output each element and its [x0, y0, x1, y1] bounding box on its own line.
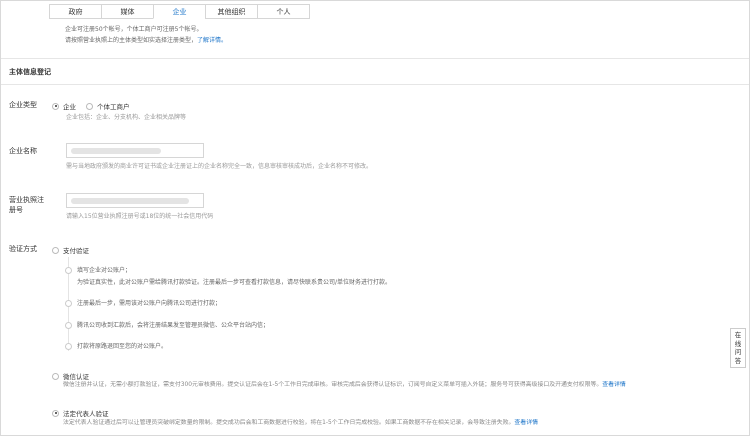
redacted-value	[71, 148, 161, 154]
legal-verify-desc-text: 法定代表人验证通过后可以让管理员突破绑定数量的限制。提交成功后会和工商数据进行校…	[63, 420, 515, 426]
license-number-label: 营业执照注 册号	[9, 195, 44, 215]
account-type-tabs: 政府 媒体 企业 其他组织 个人	[49, 4, 310, 19]
payment-step-1-detail: 为验证真实性，此对公账户需给腾讯打款验证。注册最后一步可查看打款信息，请尽快联系…	[77, 279, 392, 286]
divider	[1, 58, 749, 59]
tab-individual[interactable]: 个人	[257, 4, 310, 19]
tab-government[interactable]: 政府	[49, 4, 102, 19]
wechat-verify-option[interactable]: 微信认证	[52, 371, 89, 381]
legal-details-link[interactable]: 查看详情	[514, 420, 538, 426]
payment-step-4: 打款将原路退回至您的对公账户。	[77, 343, 168, 350]
timeline-dot	[65, 267, 72, 274]
company-type-hint: 企业包括：企业、分支机构、企业相关品牌等	[66, 114, 187, 121]
radio-payment-verify[interactable]	[52, 246, 59, 254]
radio-individual-business[interactable]	[86, 102, 93, 110]
online-qa-widget[interactable]: 在 线 问 答	[730, 328, 746, 368]
company-type-label: 企业类型	[9, 101, 37, 109]
license-number-input[interactable]	[66, 193, 204, 208]
radio-legal-verify[interactable]	[52, 409, 59, 417]
license-label-line-2: 册号	[9, 206, 23, 214]
company-name-hint: 需与当地政府颁发的商业许可证书或企业注册证上的企业名称完全一致，信息审核审核成功…	[66, 163, 373, 170]
payment-verify-option[interactable]: 支付验证	[52, 245, 89, 255]
qa-char: 在	[734, 331, 742, 339]
tab-enterprise[interactable]: 企业	[153, 4, 206, 19]
legal-verify-label[interactable]: 法定代表人验证	[63, 408, 109, 418]
wechat-details-link[interactable]: 查看详情	[602, 382, 626, 388]
company-name-label: 企业名称	[9, 147, 37, 155]
registration-form: 政府 媒体 企业 其他组织 个人 企业可注册50个帐号，个体工商户可注册5个帐号…	[0, 0, 750, 436]
intro-line-2: 请按照营业执照上的主体类型如实选择注册类型，了解详情。	[65, 36, 227, 45]
radio-enterprise-label[interactable]: 企业	[63, 101, 76, 111]
tab-other-organization[interactable]: 其他组织	[205, 4, 258, 19]
wechat-verify-desc-text: 微信注册并认证，无需小额打款验证，需支付300元审核费用。提交认证后会在1-5个…	[63, 382, 603, 388]
radio-enterprise[interactable]	[52, 102, 59, 110]
payment-verify-label[interactable]: 支付验证	[63, 245, 89, 255]
legal-verify-desc: 法定代表人验证通过后可以让管理员突破绑定数量的限制。提交成功后会和工商数据进行校…	[63, 419, 538, 428]
verify-method-label: 验证方式	[9, 245, 37, 253]
license-number-hint: 请输入15位营业执照注册号或18位的统一社会信用代码	[66, 213, 214, 220]
payment-step-1: 填写企业对公账户；	[77, 267, 132, 274]
divider	[1, 84, 749, 85]
company-name-input[interactable]	[66, 143, 204, 158]
section-title: 主体信息登记	[9, 68, 51, 76]
license-label-line-1: 营业执照注	[9, 196, 44, 204]
timeline-dot	[65, 322, 72, 329]
intro-line-1: 企业可注册50个帐号，个体工商户可注册5个帐号。	[65, 26, 203, 33]
payment-step-3: 腾讯公司收到汇款后，会将注册结果发至管理员微信、公众平台站内信；	[77, 322, 270, 329]
radio-wechat-verify[interactable]	[52, 372, 59, 380]
wechat-verify-label[interactable]: 微信认证	[63, 371, 89, 381]
qa-char: 答	[734, 356, 742, 365]
learn-more-link[interactable]: 了解详情。	[197, 37, 227, 44]
wechat-verify-desc: 微信注册并认证，无需小额打款验证，需支付300元审核费用。提交认证后会在1-5个…	[63, 381, 626, 390]
radio-individual-business-label[interactable]: 个体工商户	[97, 101, 130, 111]
timeline-dot	[65, 300, 72, 307]
qa-char: 线	[734, 339, 742, 348]
tab-media[interactable]: 媒体	[101, 4, 154, 19]
redacted-value	[71, 198, 189, 204]
payment-step-2: 注册最后一步，需用该对公账户向腾讯公司进行打款；	[77, 300, 222, 307]
company-type-radio-group: 企业 个体工商户	[52, 101, 130, 111]
legal-verify-option[interactable]: 法定代表人验证	[52, 408, 109, 418]
qa-char: 问	[734, 348, 742, 356]
timeline-dot	[65, 343, 72, 350]
intro-line-2-text: 请按照营业执照上的主体类型如实选择注册类型，	[65, 37, 198, 44]
